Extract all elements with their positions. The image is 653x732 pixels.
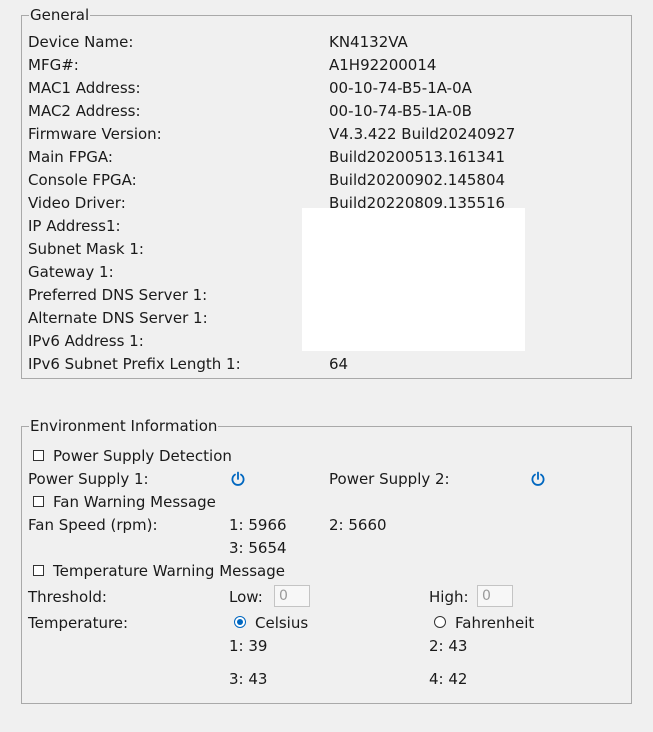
console-fpga-value: Build20200902.145804 [329,171,506,189]
ip-address-label: IP Address1: [28,217,121,235]
mfg-value: A1H92200014 [329,56,437,74]
threshold-high-input[interactable] [477,585,513,607]
main-fpga-value: Build20200513.161341 [329,148,506,166]
mac1-value: 00-10-74-B5-1A-0A [329,79,472,97]
fan-3-speed: 3: 5654 [229,539,287,557]
general-legend: General [29,6,91,24]
temperature-sensor-2: 2: 43 [429,637,468,655]
temperature-sensor-1: 1: 39 [229,637,268,655]
power-icon [231,471,245,486]
ipv6-prefix-label: IPv6 Subnet Prefix Length 1: [28,355,241,373]
power-supply-2-label: Power Supply 2: [329,470,450,488]
subnet-mask-label: Subnet Mask 1: [28,240,144,258]
environment-group: Environment Information Power Supply Det… [21,417,632,704]
power-supply-detection-label[interactable]: Power Supply Detection [53,446,232,466]
power-supply-detection-checkbox[interactable] [33,450,44,461]
temperature-sensor-3: 3: 43 [229,670,268,688]
mfg-label: MFG#: [28,56,79,74]
alternate-dns-label: Alternate DNS Server 1: [28,309,208,327]
fahrenheit-radio[interactable] [434,616,446,628]
firmware-value: V4.3.422 Build20240927 [329,125,516,143]
ipv6-address-label: IPv6 Address 1: [28,332,144,350]
environment-legend: Environment Information [29,417,219,435]
general-group: General Device Name: KN4132VA MFG#: A1H9… [21,6,632,379]
threshold-high-label: High: [429,588,469,606]
main-fpga-label: Main FPGA: [28,148,113,166]
power-supply-1-label: Power Supply 1: [28,470,149,488]
fan-2-speed: 2: 5660 [329,516,387,534]
celsius-radio[interactable] [234,616,246,628]
redacted-network-block [302,208,525,351]
video-driver-label: Video Driver: [28,194,126,212]
preferred-dns-label: Preferred DNS Server 1: [28,286,208,304]
temperature-warning-label[interactable]: Temperature Warning Message [53,561,285,581]
celsius-label[interactable]: Celsius [255,613,308,633]
threshold-low-label: Low: [229,588,263,606]
console-fpga-label: Console FPGA: [28,171,137,189]
temperature-warning-checkbox[interactable] [33,565,44,576]
fan-warning-label[interactable]: Fan Warning Message [53,492,216,512]
device-name-value: KN4132VA [329,33,408,51]
temperature-label: Temperature: [28,614,129,632]
threshold-label: Threshold: [28,588,107,606]
mac2-label: MAC2 Address: [28,102,141,120]
fan-warning-checkbox[interactable] [33,496,44,507]
firmware-label: Firmware Version: [28,125,162,143]
mac2-value: 00-10-74-B5-1A-0B [329,102,472,120]
fan-1-speed: 1: 5966 [229,516,287,534]
ipv6-prefix-value: 64 [329,355,349,373]
gateway-label: Gateway 1: [28,263,114,281]
power-icon [531,471,545,486]
threshold-low-input[interactable] [274,585,310,607]
device-name-label: Device Name: [28,33,134,51]
fahrenheit-label[interactable]: Fahrenheit [455,613,534,633]
temperature-sensor-4: 4: 42 [429,670,468,688]
fan-speed-label: Fan Speed (rpm): [28,516,158,534]
mac1-label: MAC1 Address: [28,79,141,97]
